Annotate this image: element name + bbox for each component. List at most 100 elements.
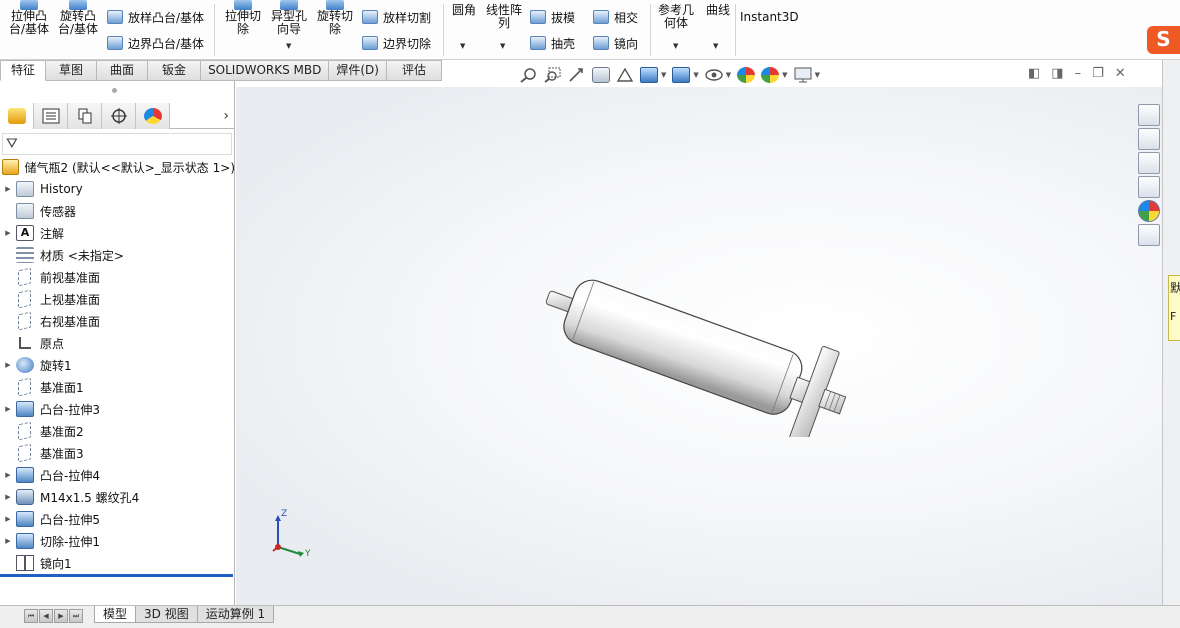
intersect-button[interactable]: 相交	[593, 7, 638, 27]
boundary-boss-button[interactable]: 边界凸台/基体	[107, 33, 204, 53]
tab-dimxpert-manager[interactable]	[102, 103, 137, 129]
view-settings-dropdown-icon[interactable]: ▼	[815, 71, 820, 79]
view-orientation-icon[interactable]	[640, 67, 658, 83]
previous-view-icon[interactable]	[568, 67, 586, 83]
prev-tab-icon[interactable]: ◀	[39, 609, 53, 623]
revolve-cut-button[interactable]: 旋转切 除	[314, 0, 356, 36]
linear-pattern-dropdown-icon[interactable]: ▼	[500, 42, 505, 50]
task-pane-strip[interactable]	[1162, 60, 1180, 628]
expand-arrow-icon[interactable]: ▶	[0, 185, 16, 193]
loft-cut-button[interactable]: 放样切割	[362, 7, 431, 27]
zoom-to-area-icon[interactable]	[544, 67, 562, 83]
reference-geometry-dropdown-icon[interactable]: ▼	[673, 42, 678, 50]
view-palette-icon[interactable]	[1138, 176, 1160, 198]
expand-arrow-icon[interactable]: ▶	[0, 405, 16, 413]
tab-model[interactable]: 模型	[94, 606, 137, 623]
view-settings-icon[interactable]	[794, 67, 812, 83]
linear-pattern-button[interactable]: 线性阵 列	[484, 4, 524, 30]
first-tab-icon[interactable]: ⏮	[24, 609, 38, 623]
tab-sheet-metal[interactable]: 钣金	[148, 60, 202, 81]
appearances-icon[interactable]	[1138, 200, 1160, 222]
draft-button[interactable]: 拔模	[530, 7, 575, 27]
expand-arrow-icon[interactable]: ▶	[0, 515, 16, 523]
extrude-boss-button[interactable]: 拉伸凸 台/基体	[8, 0, 50, 36]
section-view-icon[interactable]	[592, 67, 610, 83]
close-icon[interactable]: ✕	[1115, 66, 1126, 81]
boundary-cut-button[interactable]: 边界切除	[362, 33, 431, 53]
rollback-bar[interactable]	[0, 574, 233, 577]
tree-item[interactable]: 上视基准面	[0, 288, 235, 310]
tree-item[interactable]: 原点	[0, 332, 235, 354]
hole-wizard-button[interactable]: 异型孔 向导	[268, 0, 310, 36]
edit-appearance-icon[interactable]	[737, 67, 756, 83]
design-library-icon[interactable]	[1138, 128, 1160, 150]
display-style-dropdown-icon[interactable]: ▼	[693, 71, 698, 79]
tree-item[interactable]: ▶ 凸台-拉伸4	[0, 464, 235, 486]
tab-surfaces[interactable]: 曲面	[97, 60, 149, 81]
revolve-boss-button[interactable]: 旋转凸 台/基体	[57, 0, 99, 36]
tab-mbd[interactable]: SOLIDWORKS MBD	[201, 60, 330, 81]
zoom-to-fit-icon[interactable]	[520, 67, 538, 83]
tab-evaluate[interactable]: 评估	[386, 60, 442, 81]
tree-item[interactable]: ▶ History	[0, 178, 235, 200]
expand-arrow-icon[interactable]: ▶	[0, 471, 16, 479]
hole-wizard-dropdown-icon[interactable]: ▼	[286, 42, 291, 50]
tree-item[interactable]: ▶ 旋转1	[0, 354, 235, 376]
tab-3d-views[interactable]: 3D 视图	[135, 606, 198, 623]
fillet-button[interactable]: 圆角	[449, 4, 479, 17]
curves-dropdown-icon[interactable]: ▼	[713, 42, 718, 50]
more-tabs-arrow-icon[interactable]: ›	[170, 103, 235, 129]
tab-feature-manager[interactable]	[0, 103, 35, 129]
instant3d-button[interactable]: Instant3D	[740, 11, 799, 24]
expand-arrow-icon[interactable]: ▶	[0, 361, 16, 369]
apply-scene-dropdown-icon[interactable]: ▼	[782, 71, 787, 79]
hide-show-items-icon[interactable]	[705, 67, 723, 83]
tile-right-icon[interactable]: ◨	[1051, 66, 1063, 81]
tree-filter[interactable]: ⛛	[2, 133, 232, 155]
input-method-logo[interactable]: S	[1147, 26, 1180, 54]
fillet-dropdown-icon[interactable]: ▼	[460, 42, 465, 50]
tree-item[interactable]: ▶ 切除-拉伸1	[0, 530, 235, 552]
tree-item[interactable]: ▶ A 注解	[0, 222, 235, 244]
mirror-button[interactable]: 镜向	[593, 33, 638, 53]
loft-boss-button[interactable]: 放样凸台/基体	[107, 7, 204, 27]
tab-display-manager[interactable]	[136, 103, 171, 129]
tree-item[interactable]: 镜向1	[0, 552, 235, 574]
tree-item[interactable]: ▶ 凸台-拉伸3	[0, 398, 235, 420]
tab-features[interactable]: 特征	[0, 60, 47, 81]
gas-cylinder-model[interactable]	[536, 267, 856, 437]
restore-icon[interactable]: ❐	[1092, 66, 1104, 81]
tree-item[interactable]: 传感器	[0, 200, 235, 222]
file-explorer-icon[interactable]	[1138, 152, 1160, 174]
view-orientation-dropdown-icon[interactable]: ▼	[661, 71, 666, 79]
tree-item[interactable]: ▶ 凸台-拉伸5	[0, 508, 235, 530]
tab-weldments[interactable]: 焊件(D)	[329, 60, 387, 81]
tree-item[interactable]: 右视基准面	[0, 310, 235, 332]
dynamic-annotation-icon[interactable]	[616, 67, 634, 83]
tree-item[interactable]: ▶ M14x1.5 螺纹孔4	[0, 486, 235, 508]
shell-button[interactable]: 抽壳	[530, 33, 575, 53]
minimize-icon[interactable]: –	[1075, 66, 1082, 81]
curves-button[interactable]: 曲线	[703, 4, 733, 17]
tree-root-part[interactable]: 储气瓶2 (默认<<默认>_显示状态 1>)	[0, 156, 235, 178]
custom-properties-icon[interactable]	[1138, 224, 1160, 246]
tab-configuration-manager[interactable]	[68, 103, 103, 129]
tab-motion-study[interactable]: 运动算例 1	[196, 606, 275, 623]
hide-show-dropdown-icon[interactable]: ▼	[726, 71, 731, 79]
expand-arrow-icon[interactable]: ▶	[0, 229, 16, 237]
solidworks-resources-icon[interactable]	[1138, 104, 1160, 126]
expand-arrow-icon[interactable]: ▶	[0, 493, 16, 501]
expand-arrow-icon[interactable]: ▶	[0, 537, 16, 545]
display-style-icon[interactable]	[672, 67, 691, 83]
extrude-cut-button[interactable]: 拉伸切 除	[222, 0, 264, 36]
panel-split-handle[interactable]	[112, 88, 117, 93]
reference-geometry-button[interactable]: 参考几 何体	[656, 4, 696, 30]
graphics-area[interactable]: Z Y	[236, 87, 1162, 605]
next-tab-icon[interactable]: ▶	[54, 609, 68, 623]
tree-item[interactable]: 基准面3	[0, 442, 235, 464]
tree-item[interactable]: 基准面2	[0, 420, 235, 442]
apply-scene-icon[interactable]	[761, 67, 780, 83]
tree-item[interactable]: 基准面1	[0, 376, 235, 398]
tree-item[interactable]: 前视基准面	[0, 266, 235, 288]
tree-item[interactable]: 材质 <未指定>	[0, 244, 235, 266]
